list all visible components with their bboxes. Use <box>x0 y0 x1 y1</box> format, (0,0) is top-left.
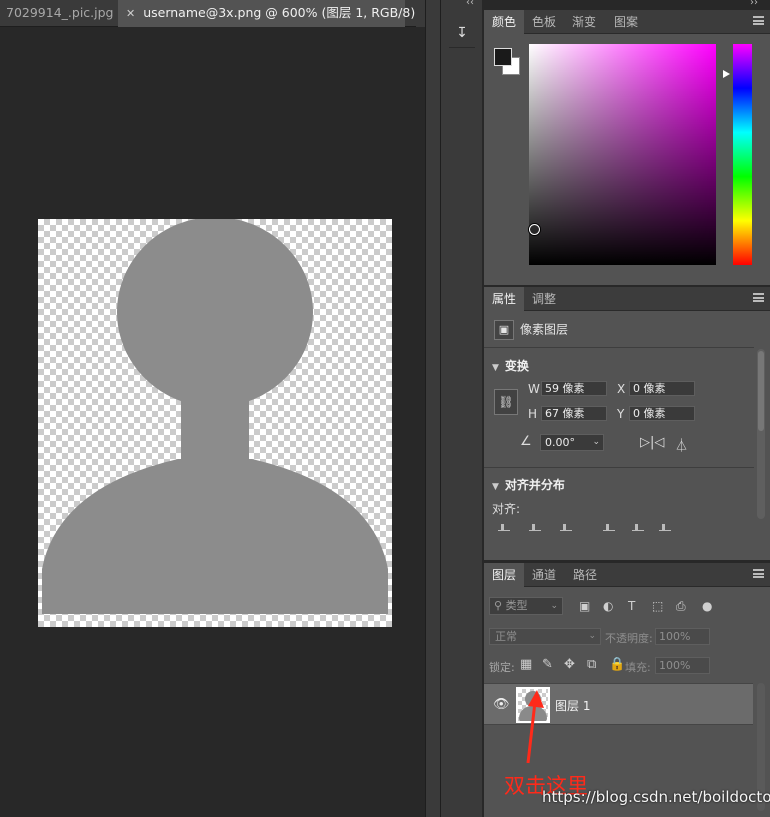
chevron-down-icon: ▼ <box>492 482 499 492</box>
flip-horizontal-icon[interactable]: ▷|◁ <box>640 435 664 450</box>
tab-patterns[interactable]: 图案 <box>606 10 646 34</box>
align-middle-icon[interactable] <box>632 523 644 531</box>
align-right-icon[interactable] <box>560 523 572 531</box>
watermark: https://blog.csdn.net/boildoctor <box>542 788 770 806</box>
x-label: X <box>617 382 626 396</box>
w-label: W <box>528 382 540 396</box>
avatar-silhouette <box>42 219 388 614</box>
blend-mode-value: 正常 <box>495 630 517 643</box>
tab-label: username@3x.png @ 600% (图层 1, RGB/8) <box>143 5 416 20</box>
opacity-label: 不透明度: <box>605 632 653 645</box>
tab-channels[interactable]: 通道 <box>524 563 564 587</box>
angle-field[interactable]: 0.00° ⌄ <box>540 434 604 451</box>
link-icon[interactable]: ⛓ <box>494 389 518 415</box>
hue-slider[interactable] <box>733 44 752 265</box>
properties-panel-tabs: 属性 调整 <box>484 287 770 311</box>
document-canvas[interactable] <box>38 219 392 627</box>
properties-panel: 属性 调整 ▣ 像素图层 ▼ 变换 ⛓ W 59 像素 X 0 像素 H 67 像素… <box>484 287 770 560</box>
tab-adjustments[interactable]: 调整 <box>524 287 564 311</box>
tab-paths[interactable]: 路径 <box>565 563 605 587</box>
picker-cursor[interactable] <box>529 224 540 235</box>
align-label: 对齐: <box>492 502 521 516</box>
fill-field[interactable]: 100% <box>655 657 710 674</box>
close-icon[interactable]: ✕ <box>126 7 135 20</box>
panel-divider[interactable] <box>425 0 441 817</box>
filter-toggle-icon[interactable]: ● <box>702 599 712 613</box>
collapse-right-icon[interactable]: ›› <box>750 0 758 8</box>
transform-section-header[interactable]: ▼ 变换 <box>492 357 529 374</box>
angle-value: 0.00° <box>545 436 575 449</box>
color-panel-tabs: 颜色 色板 渐变 图案 <box>484 10 770 34</box>
filter-adjustment-icon[interactable]: ◐ <box>603 599 613 613</box>
eye-icon[interactable]: 👁 <box>493 697 510 712</box>
align-section-header[interactable]: ▼ 对齐并分布 <box>492 476 565 493</box>
section-label: 对齐并分布 <box>504 478 565 492</box>
chevron-down-icon: ⌄ <box>550 601 558 611</box>
align-top-icon[interactable] <box>603 523 615 531</box>
tab-swatches[interactable]: 色板 <box>524 10 564 34</box>
align-center-icon[interactable] <box>529 523 541 531</box>
opacity-field[interactable]: 100% <box>655 628 710 645</box>
height-field[interactable]: 67 像素 <box>541 406 607 421</box>
chevron-down-icon: ▼ <box>492 363 499 373</box>
color-panel: 颜色 色板 渐变 图案 <box>484 10 770 285</box>
panel-menu-icon[interactable] <box>753 569 764 578</box>
image-icon: ▣ <box>494 320 514 340</box>
angle-icon: ∠ <box>520 434 532 449</box>
layer-name[interactable]: 图层 1 <box>555 697 590 714</box>
lock-artboard-icon[interactable]: ⧉ <box>587 657 596 672</box>
layer-filter-select[interactable]: ⚲ 类型 ⌄ <box>489 597 563 615</box>
section-label: 变换 <box>504 359 529 373</box>
lock-position-icon[interactable]: ✥ <box>564 657 575 672</box>
document-tab-username[interactable]: ✕ username@3x.png @ 600% (图层 1, RGB/8) <box>118 0 415 27</box>
panel-menu-icon[interactable] <box>753 16 764 25</box>
divider <box>484 347 754 348</box>
lock-brush-icon[interactable]: ✎ <box>542 657 553 672</box>
tab-color[interactable]: 颜色 <box>484 10 525 34</box>
search-icon: ⚲ <box>494 599 506 612</box>
lock-all-icon[interactable]: 🔒 <box>609 657 625 672</box>
filter-shape-icon[interactable]: ⬚ <box>652 599 663 613</box>
fill-label: 填充: <box>625 661 651 674</box>
x-field[interactable]: 0 像素 <box>629 381 695 396</box>
align-bottom-icon[interactable] <box>659 523 671 531</box>
tab-properties[interactable]: 属性 <box>484 287 525 311</box>
collapse-left-icon[interactable]: ‹‹ <box>466 0 474 8</box>
saturation-value-picker[interactable] <box>529 44 716 265</box>
chevron-down-icon: ⌄ <box>588 631 596 641</box>
annotation-arrow <box>526 690 544 764</box>
blend-mode-select[interactable]: 正常 ⌄ <box>489 628 601 645</box>
lock-label: 锁定: <box>489 661 515 674</box>
scrollbar[interactable] <box>757 349 765 519</box>
hue-slider-handle[interactable] <box>723 70 730 78</box>
panel-menu-icon[interactable] <box>753 293 764 302</box>
filter-smart-object-icon[interactable]: ⎙ <box>676 599 686 614</box>
tab-label: 7029914_.pic.jpg <box>6 5 114 20</box>
h-label: H <box>528 407 538 421</box>
y-field[interactable]: 0 像素 <box>629 406 695 421</box>
lock-transparent-icon[interactable]: ▦ <box>520 657 532 672</box>
layer-kind: ▣ 像素图层 <box>494 320 568 340</box>
tab-gradients[interactable]: 渐变 <box>564 10 604 34</box>
document-tab-bar: 7029914_.pic.jpg ✕ username@3x.png @ 600%… <box>0 0 425 27</box>
history-icon[interactable]: ↧ <box>449 18 475 48</box>
width-field[interactable]: 59 像素 <box>541 381 607 396</box>
tab-layers[interactable]: 图层 <box>484 563 525 587</box>
fg-bg-swatches[interactable] <box>494 48 524 78</box>
layer-kind-label: 像素图层 <box>520 322 569 337</box>
chevron-down-icon[interactable]: ⌄ <box>592 435 600 450</box>
panel-dock <box>441 0 482 817</box>
flip-vertical-icon[interactable]: ⏃ <box>675 435 688 454</box>
align-left-icon[interactable] <box>498 523 510 531</box>
filter-pixel-icon[interactable]: ▣ <box>579 599 590 613</box>
divider <box>484 467 754 468</box>
filter-type-icon[interactable]: T <box>628 599 635 613</box>
document-tab-pic[interactable]: 7029914_.pic.jpg <box>0 0 117 27</box>
filter-label: 类型 <box>505 599 528 612</box>
layers-panel-tabs: 图层 通道 路径 <box>484 563 770 587</box>
y-label: Y <box>617 407 625 421</box>
foreground-swatch[interactable] <box>494 48 512 66</box>
